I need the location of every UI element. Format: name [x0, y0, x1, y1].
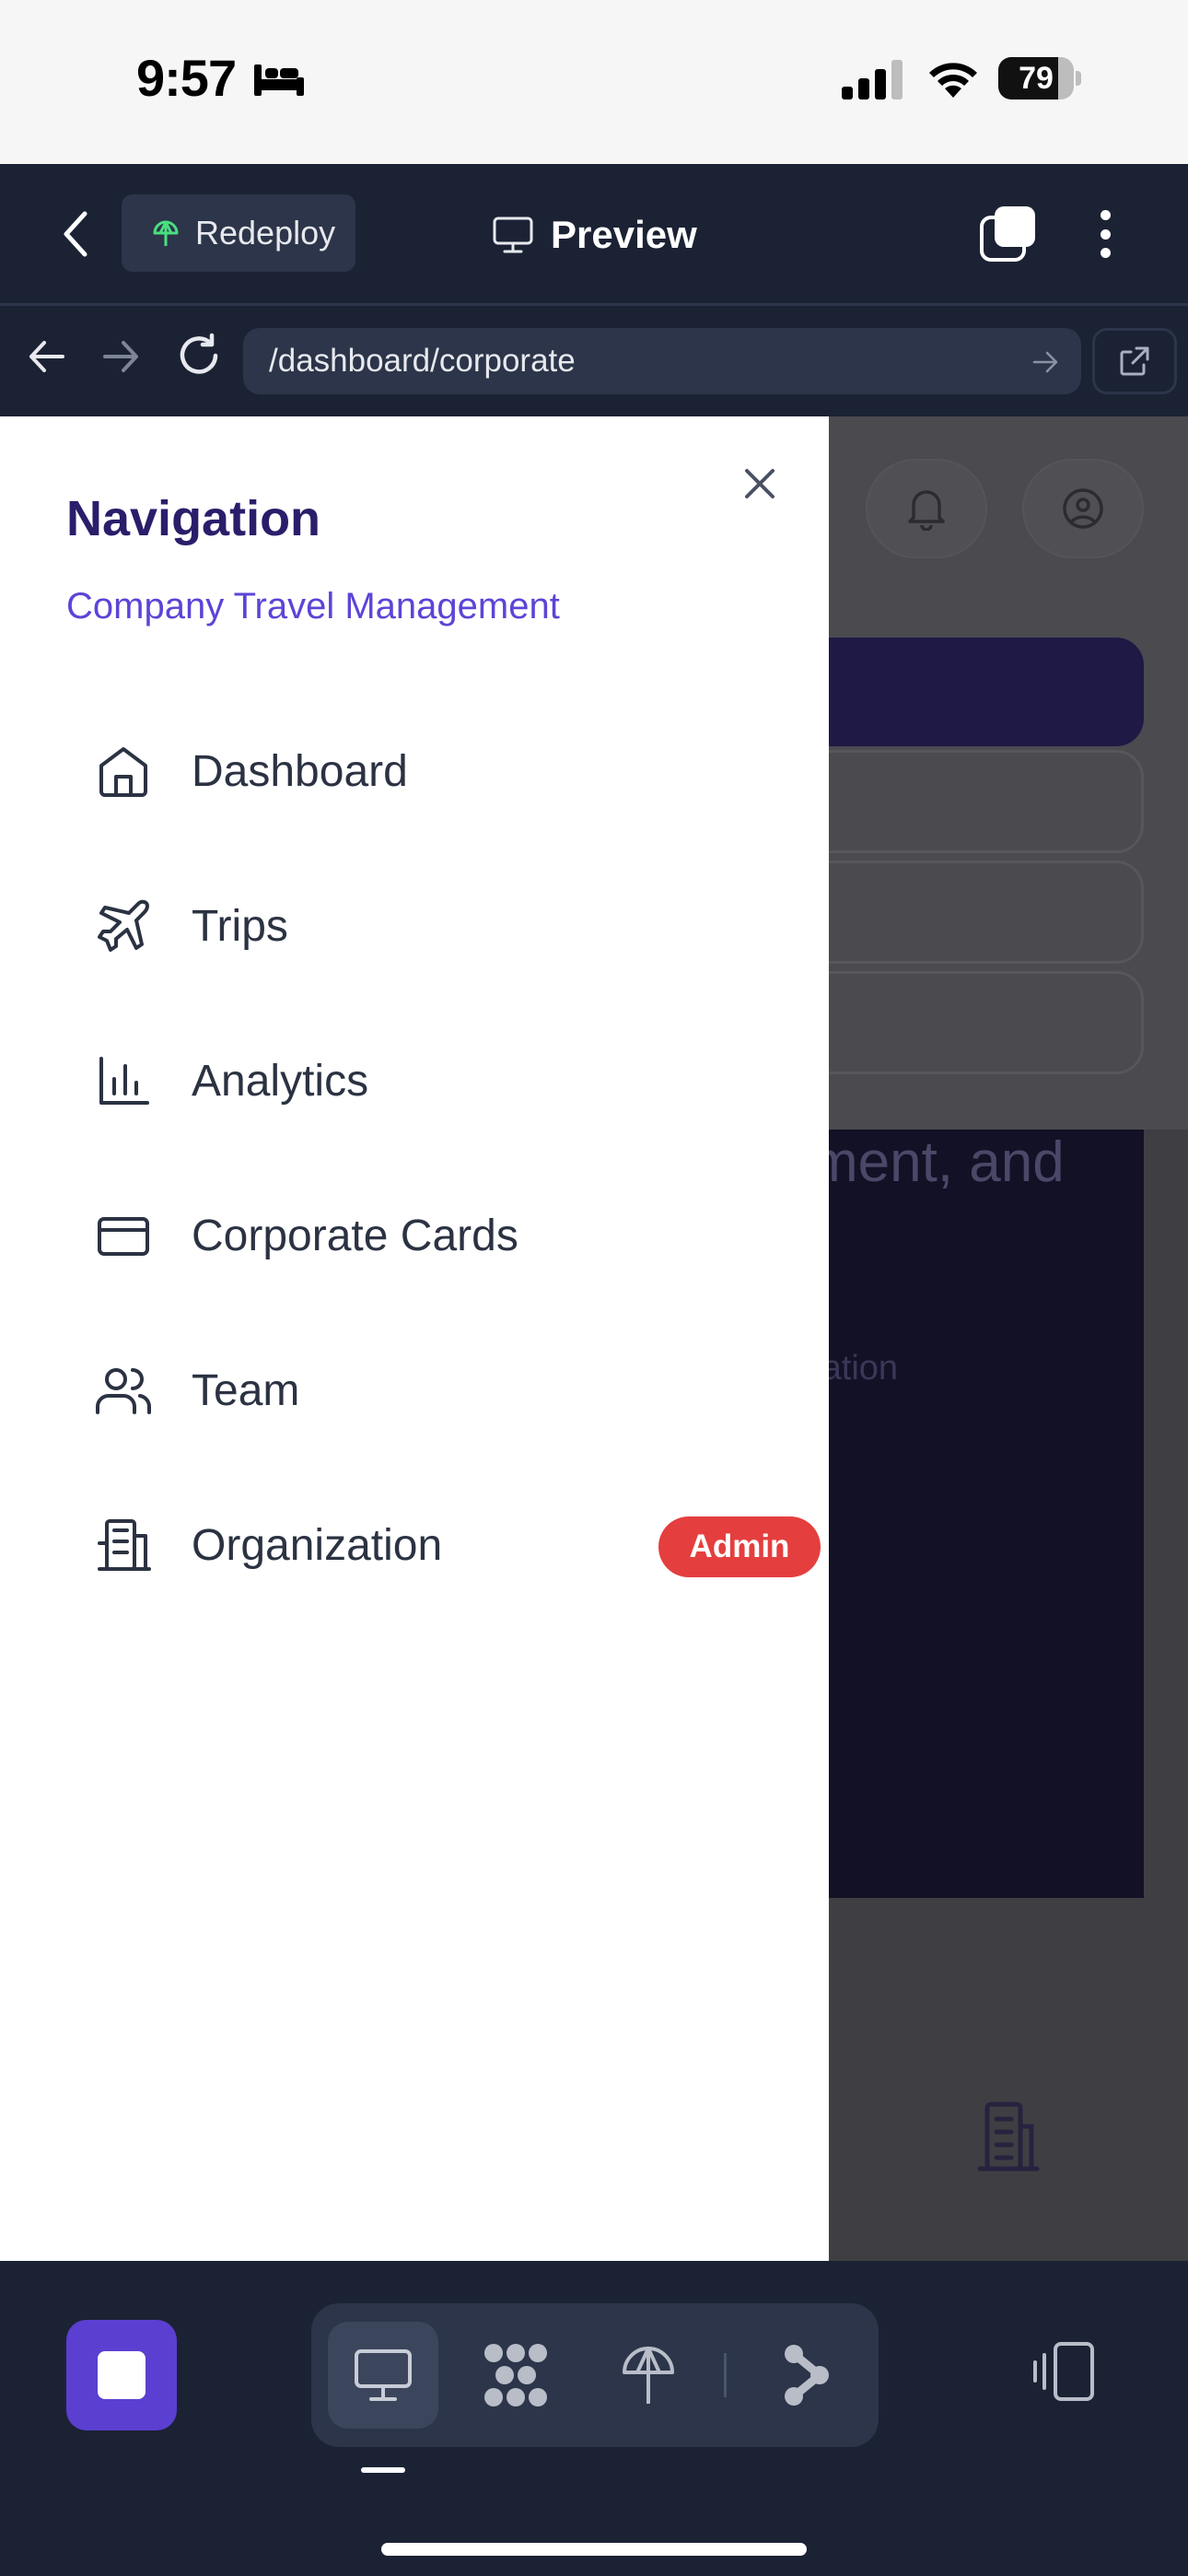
- more-options-icon[interactable]: [1087, 205, 1124, 263]
- open-external-button[interactable]: [1092, 328, 1177, 394]
- status-bar: 9:57 79: [0, 0, 1188, 164]
- go-arrow-icon[interactable]: [1031, 348, 1059, 376]
- nav-item-label: Trips: [192, 901, 288, 951]
- notifications-button: [866, 459, 987, 558]
- nav-item-analytics[interactable]: Analytics: [94, 1030, 739, 1131]
- battery-percent: 79: [1019, 61, 1054, 96]
- hero-text-fragment: ment, and: [810, 1130, 1065, 1194]
- app-top-bar: Redeploy Preview: [0, 164, 1188, 306]
- users-icon: [96, 1368, 152, 1414]
- home-indicator: [381, 2543, 807, 2556]
- preview-title: Preview: [492, 203, 697, 267]
- bell-icon: [908, 490, 945, 531]
- redeploy-button[interactable]: Redeploy: [122, 194, 355, 272]
- deploy-icon: [623, 2347, 674, 2404]
- cellular-signal-icon: [842, 60, 903, 100]
- device-rotate-icon[interactable]: [1028, 2335, 1101, 2408]
- active-mode-indicator: [361, 2467, 405, 2473]
- deploy-mode-button[interactable]: [593, 2322, 704, 2429]
- apps-grid-icon: [484, 2344, 547, 2406]
- stop-button[interactable]: [66, 2320, 177, 2430]
- share-icon: [785, 2345, 829, 2406]
- divider: [724, 2353, 727, 2397]
- status-time: 9:57: [136, 49, 237, 107]
- nav-item-label: Analytics: [192, 1056, 369, 1106]
- building-icon: [98, 1519, 151, 1571]
- close-icon[interactable]: [737, 461, 783, 507]
- building-icon: [977, 2102, 1040, 2172]
- nav-item-trips[interactable]: Trips: [94, 875, 739, 977]
- redeploy-label: Redeploy: [195, 214, 336, 252]
- back-chevron-icon[interactable]: [57, 205, 94, 263]
- nav-item-label: Corporate Cards: [192, 1211, 518, 1260]
- apps-grid-button[interactable]: [460, 2322, 571, 2429]
- plane-icon: [98, 899, 149, 952]
- reload-icon[interactable]: [175, 332, 223, 380]
- desktop-icon: [355, 2349, 412, 2401]
- drawer-subtitle: Company Travel Management: [66, 586, 560, 626]
- url-input[interactable]: /dashboard/corporate: [243, 328, 1081, 394]
- user-circle-icon: [1063, 488, 1103, 529]
- battery-indicator: 79: [998, 57, 1081, 100]
- view-mode-group: [311, 2303, 879, 2447]
- navigation-drawer: Navigation Company Travel Management Das…: [0, 416, 829, 2261]
- nav-item-label: Dashboard: [192, 746, 408, 796]
- bottom-toolbar: [0, 2261, 1188, 2576]
- wifi-icon: [929, 63, 977, 98]
- browser-back-icon[interactable]: [26, 335, 68, 378]
- monitor-icon: [493, 217, 533, 253]
- share-button[interactable]: [751, 2322, 862, 2429]
- profile-button: [1022, 459, 1144, 558]
- external-link-icon: [1120, 346, 1149, 376]
- desktop-mode-button[interactable]: [328, 2322, 438, 2429]
- tabs-icon[interactable]: [978, 205, 1037, 263]
- bar-chart-icon: [99, 1057, 149, 1105]
- nav-item-label: Organization: [192, 1520, 443, 1570]
- stop-icon: [98, 2351, 146, 2399]
- browser-url-row: /dashboard/corporate: [0, 308, 1188, 416]
- sleep-focus-icon: [254, 64, 304, 96]
- home-icon: [99, 747, 147, 797]
- nav-item-label: Team: [192, 1365, 300, 1415]
- nav-item-team[interactable]: Team: [94, 1340, 739, 1441]
- admin-badge: Admin: [658, 1516, 821, 1577]
- drawer-title: Navigation: [66, 491, 321, 546]
- nav-item-corporate-cards[interactable]: Corporate Cards: [94, 1185, 739, 1286]
- nav-item-dashboard[interactable]: Dashboard: [94, 720, 739, 822]
- nav-item-organization[interactable]: Organization Admin: [94, 1494, 821, 1596]
- credit-card-icon: [98, 1217, 149, 1256]
- url-text: /dashboard/corporate: [269, 343, 576, 379]
- deploy-icon: [153, 220, 179, 246]
- browser-forward-icon[interactable]: [99, 335, 142, 378]
- preview-label: Preview: [551, 213, 697, 256]
